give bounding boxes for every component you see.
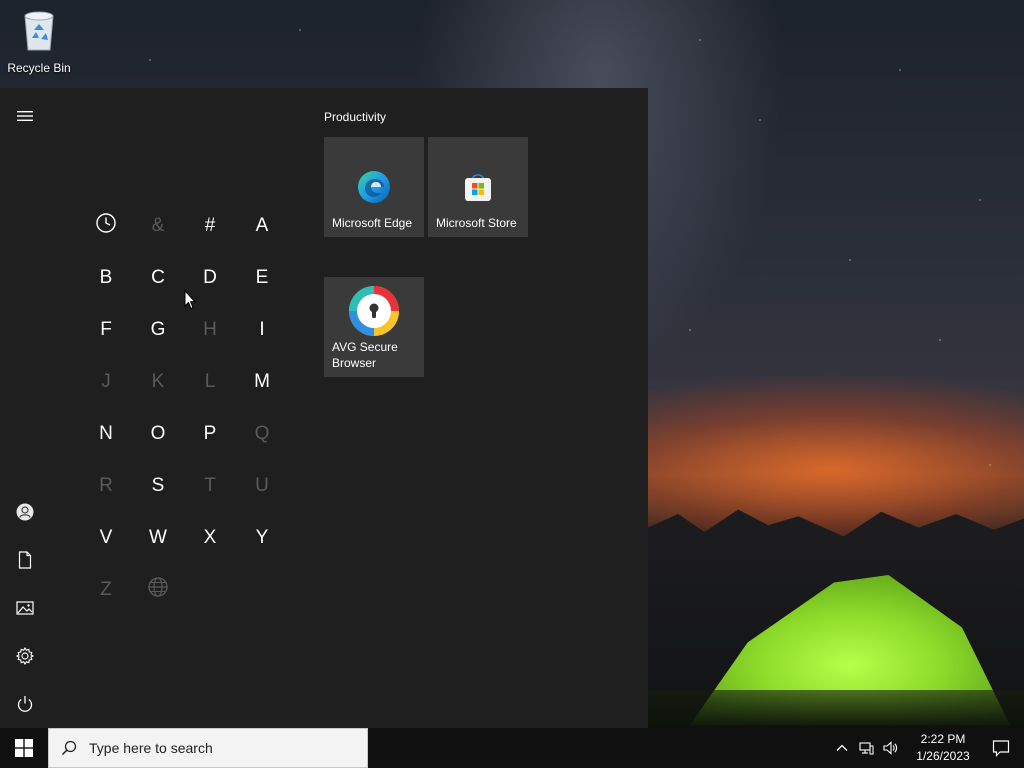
taskbar: Type here to search 2:22 PM 1/26/2023 xyxy=(0,728,1024,768)
jump-letter: T xyxy=(204,475,216,496)
jump-letter[interactable]: F xyxy=(80,304,132,356)
start-menu: & # A B C D E F G H I J K L M N O P Q R S T U V W X Y Z Productivit… xyxy=(0,88,648,728)
wallpaper-grass xyxy=(648,690,1024,730)
jump-letter: Q xyxy=(254,423,270,444)
action-center-button[interactable] xyxy=(978,728,1024,768)
notification-icon xyxy=(992,740,1010,757)
tile-label: Microsoft Edge xyxy=(332,216,413,230)
mouse-cursor xyxy=(184,290,196,310)
jump-letter[interactable]: N xyxy=(80,408,132,460)
search-icon xyxy=(61,740,77,756)
hamburger-menu-icon xyxy=(17,111,33,121)
show-hidden-icons-button[interactable] xyxy=(830,728,854,768)
jump-letter: R xyxy=(99,475,113,496)
pictures-button[interactable] xyxy=(0,588,50,628)
jump-letter: K xyxy=(151,371,165,392)
power-button[interactable] xyxy=(0,684,50,724)
network-button[interactable] xyxy=(854,728,878,768)
edge-icon xyxy=(358,171,390,203)
jump-letter[interactable]: A xyxy=(236,200,288,252)
jump-clock[interactable] xyxy=(80,200,132,252)
settings-button[interactable] xyxy=(0,636,50,676)
jump-letter: L xyxy=(204,371,216,392)
jump-letter[interactable]: C xyxy=(132,252,184,304)
jump-letter[interactable]: O xyxy=(132,408,184,460)
start-rail xyxy=(0,88,50,728)
clock-date: 1/26/2023 xyxy=(916,749,970,763)
jump-letter[interactable]: E xyxy=(236,252,288,304)
chevron-up-icon xyxy=(836,744,848,751)
jump-letter: & xyxy=(151,215,165,236)
volume-button[interactable] xyxy=(878,728,902,768)
hamburger-menu-button[interactable] xyxy=(0,96,50,136)
jump-letter: Z xyxy=(100,579,112,600)
jump-letter[interactable]: Y xyxy=(236,512,288,564)
start-button[interactable] xyxy=(0,728,48,768)
tile-microsoft-edge[interactable]: Microsoft Edge xyxy=(324,137,424,237)
store-icon xyxy=(465,174,491,201)
pictures-icon xyxy=(16,601,34,615)
search-placeholder: Type here to search xyxy=(89,740,213,756)
recycle-bin-icon xyxy=(24,11,54,51)
power-icon xyxy=(17,696,33,712)
user-account-icon xyxy=(16,503,34,521)
tile-microsoft-store[interactable]: Microsoft Store xyxy=(428,137,528,237)
jump-letter[interactable]: V xyxy=(80,512,132,564)
alphabet-grid: & # A B C D E F G H I J K L M N O P Q R S T U V W X Y Z xyxy=(80,200,290,616)
documents-button[interactable] xyxy=(0,540,50,580)
gear-icon xyxy=(16,647,34,665)
tile-group-title: Productivity xyxy=(324,110,387,124)
user-account-button[interactable] xyxy=(0,492,50,532)
jump-letter[interactable]: I xyxy=(236,304,288,356)
system-tray: 2:22 PM 1/26/2023 xyxy=(830,728,1024,768)
jump-letter[interactable]: # xyxy=(184,200,236,252)
jump-letter[interactable]: S xyxy=(132,460,184,512)
windows-logo-icon xyxy=(15,739,33,757)
jump-letter[interactable]: M xyxy=(236,356,288,408)
avg-secure-browser-icon xyxy=(349,286,399,336)
jump-letter[interactable]: P xyxy=(184,408,236,460)
globe-icon xyxy=(147,576,169,604)
jump-letter: H xyxy=(203,319,217,340)
volume-icon xyxy=(883,741,898,755)
document-icon xyxy=(18,551,32,569)
recycle-bin-label: Recycle Bin xyxy=(7,61,71,75)
jump-letter[interactable]: X xyxy=(184,512,236,564)
jump-globe xyxy=(132,564,184,616)
taskbar-search-box[interactable]: Type here to search xyxy=(48,728,368,768)
tile-label: Microsoft Store xyxy=(436,216,517,230)
network-icon xyxy=(859,742,874,755)
clock-icon xyxy=(95,212,117,240)
recycle-bin-shortcut[interactable]: Recycle Bin xyxy=(6,6,72,75)
jump-letter[interactable]: G xyxy=(132,304,184,356)
taskbar-clock[interactable]: 2:22 PM 1/26/2023 xyxy=(908,731,978,765)
jump-letter: U xyxy=(255,475,269,496)
clock-time: 2:22 PM xyxy=(920,732,966,746)
tile-avg-secure-browser[interactable]: AVG Secure Browser xyxy=(324,277,424,377)
jump-letter: J xyxy=(101,371,111,392)
jump-letter[interactable]: B xyxy=(80,252,132,304)
jump-letter[interactable]: W xyxy=(132,512,184,564)
tile-label: AVG Secure Browser xyxy=(332,340,398,370)
